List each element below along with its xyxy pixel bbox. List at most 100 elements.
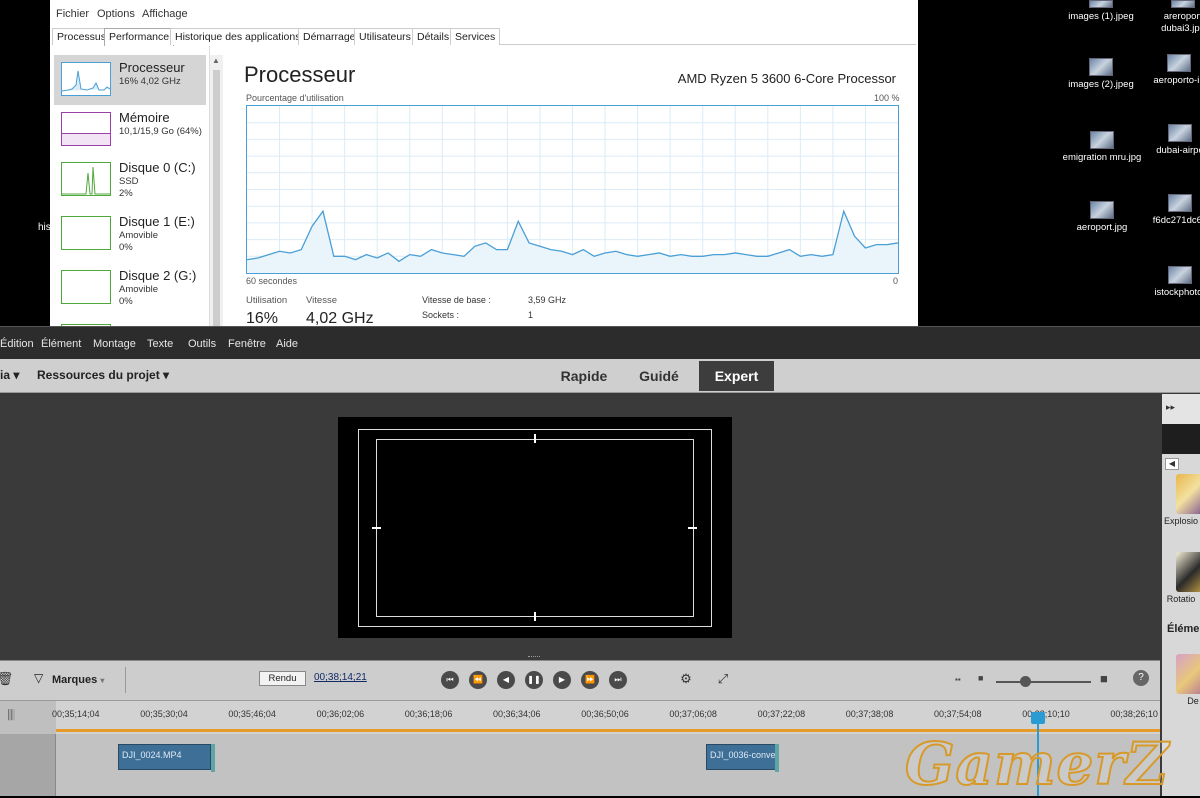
mode-expert[interactable]: Expert [699, 361, 774, 391]
menu-aide[interactable]: Aide [276, 338, 298, 350]
timeline-clip[interactable]: DJI_0036-conve [706, 744, 777, 770]
resource-detail: 10,1/15,9 Go (64%) [119, 126, 202, 137]
zoom-out-icon[interactable]: ▪▪ [955, 675, 961, 684]
timecode-display[interactable]: 00;38;14;21 [314, 672, 367, 683]
track-header[interactable] [0, 734, 56, 796]
resource-disk-c[interactable]: Disque 0 (C:) SSD 2% [54, 155, 206, 205]
step-back-icon[interactable]: ◀ [497, 671, 515, 689]
menu-fenetre[interactable]: Fenêtre [228, 338, 266, 350]
image-file-icon [1171, 0, 1195, 8]
timeline-clip[interactable]: DJI_0024.MP4 [118, 744, 211, 770]
tab-performance[interactable]: Performance [104, 28, 175, 46]
scroll-up-icon[interactable]: ▲ [212, 56, 220, 65]
safe-marker [534, 612, 536, 621]
desktop-file-icon[interactable]: images (1).jpeg [1061, 0, 1141, 23]
sidebar-scrollbar[interactable]: ▲ [210, 55, 223, 326]
ruler-tick-label: 00;37;06;08 [669, 709, 717, 719]
tab-services[interactable]: Services [450, 28, 501, 45]
markers-dropdown[interactable]: Marques ▾ [52, 674, 104, 686]
chevron-down-icon: ▾ [100, 676, 105, 685]
menu-montage[interactable]: Montage [93, 338, 136, 350]
audio-waveform-icon[interactable]: 𝄃𝄃 [0, 701, 56, 735]
chevron-down-icon: ▾ [163, 368, 170, 382]
preview-screen[interactable] [338, 417, 732, 638]
effect-preview-icon [1176, 654, 1200, 694]
resource-cpu[interactable]: Processeur 16% 4,02 GHz [54, 55, 206, 105]
tab-demarrage[interactable]: Démarrage [298, 28, 361, 45]
menu-outils[interactable]: Outils [188, 338, 216, 350]
file-label: aeroporto-in [1153, 75, 1200, 86]
effect-thumbnail[interactable]: De [1162, 654, 1200, 706]
timeline-ruler[interactable]: 𝄃𝄃 00;35;14;04 00;35;30;04 00;35;46;04 00;3… [0, 700, 1160, 735]
resource-name: Disque 2 (G:) [119, 268, 197, 283]
menu-edition[interactable]: Édition [0, 338, 34, 350]
project-assets-dropdown[interactable]: Ressources du projet ▾ [37, 368, 169, 382]
mode-guide[interactable]: Guidé [626, 361, 692, 391]
chevron-down-icon: ▾ [13, 368, 20, 382]
render-button[interactable]: Rendu [259, 671, 306, 686]
image-file-icon [1167, 54, 1191, 72]
desktop-file-icon[interactable]: istockphoto- [1140, 266, 1200, 299]
tab-processus[interactable]: Processus [52, 28, 112, 45]
zoom-in-icon[interactable]: ■ [1100, 671, 1108, 686]
tab-historique[interactable]: Historique des applications [170, 28, 306, 45]
scrollbar-thumb[interactable] [213, 70, 220, 326]
file-label: aeroport.jpg [1076, 222, 1128, 233]
desktop-file-icon[interactable]: aeroporto-in [1139, 54, 1200, 87]
resource-memory[interactable]: Mémoire 10,1/15,9 Go (64%) [54, 105, 206, 155]
clip-transition-marker [211, 744, 215, 772]
desktop-file-icon[interactable]: images (2).jpeg [1061, 58, 1141, 91]
clip-transition-marker [775, 744, 779, 772]
sockets-label: Sockets : [422, 310, 460, 320]
zoom-slider-knob[interactable] [1019, 676, 1031, 687]
render-settings-icon[interactable]: ⚙ [677, 670, 695, 688]
menu-texte[interactable]: Texte [147, 338, 173, 350]
tab-details[interactable]: Détails [412, 28, 455, 45]
divider [125, 667, 126, 693]
file-label: f6dc271dc66 [1152, 215, 1200, 226]
image-file-icon [1168, 266, 1192, 284]
desktop-file-icon[interactable]: f6dc271dc66 [1140, 194, 1200, 227]
step-forward-icon[interactable]: ▶ [553, 671, 571, 689]
resource-disk-g[interactable]: Disque 2 (G:) Amovible 0% [54, 263, 206, 313]
effect-thumbnail[interactable]: Rotatio [1162, 552, 1200, 604]
resize-handle[interactable] [528, 656, 540, 659]
media-dropdown[interactable]: ia ▾ [0, 368, 19, 382]
graph-max-label: 100 % [874, 93, 900, 103]
resource-detail-2: 0% [119, 242, 133, 253]
resource-disk-e[interactable]: Disque 1 (E:) Amovible 0% [54, 209, 206, 259]
speed-label: Vitesse [306, 295, 337, 306]
back-arrow-icon[interactable]: ◀ [1165, 458, 1179, 470]
zoom-small-icon[interactable]: ■ [978, 673, 983, 683]
tab-utilisateurs[interactable]: Utilisateurs [354, 28, 416, 45]
rewind-icon[interactable]: ⏪ [469, 671, 487, 689]
menu-fichier[interactable]: Fichier [56, 8, 89, 20]
cpu-mini-graph [61, 70, 111, 92]
effect-thumbnail[interactable]: Explosio [1162, 474, 1200, 526]
mode-rapide[interactable]: Rapide [548, 361, 620, 391]
desktop-file-icon[interactable]: emigration mru.jpg [1062, 131, 1142, 164]
graph-time-label: 60 secondes [246, 276, 298, 286]
trash-icon[interactable]: 🗑 [0, 670, 14, 688]
menu-affichage[interactable]: Affichage [142, 8, 188, 20]
menu-options[interactable]: Options [97, 8, 135, 20]
desktop-file-icon[interactable]: areroport dubai3.jpe [1143, 0, 1200, 35]
resource-next-partial[interactable] [54, 317, 206, 326]
fast-forward-icon[interactable]: ⏩ [581, 671, 599, 689]
fit-screen-icon[interactable]: ⤢ [714, 670, 732, 688]
disk-thumbnail [61, 162, 111, 196]
help-icon[interactable]: ? [1133, 670, 1149, 686]
zoom-slider[interactable] [996, 681, 1091, 683]
ruler-tick-label: 00;37;38;08 [845, 709, 894, 719]
desktop-file-icon[interactable]: aeroport.jpg [1062, 201, 1142, 234]
go-to-start-icon[interactable]: ⏮ [441, 671, 459, 689]
pause-icon[interactable]: ❚❚ [525, 671, 543, 689]
desktop-file-icon[interactable]: dubai-airpo [1140, 124, 1200, 157]
ruler-tick-label: 00;36;50;06 [581, 709, 629, 719]
panel-collapse-icon[interactable]: ▸▸ [1162, 394, 1200, 424]
task-manager-window: Fichier Options Affichage Processus Perf… [50, 0, 918, 326]
go-to-end-icon[interactable]: ⏭ [609, 671, 627, 689]
image-file-icon [1089, 58, 1113, 76]
menu-element[interactable]: Élément [41, 338, 81, 350]
markers-label: Marques [52, 674, 98, 686]
